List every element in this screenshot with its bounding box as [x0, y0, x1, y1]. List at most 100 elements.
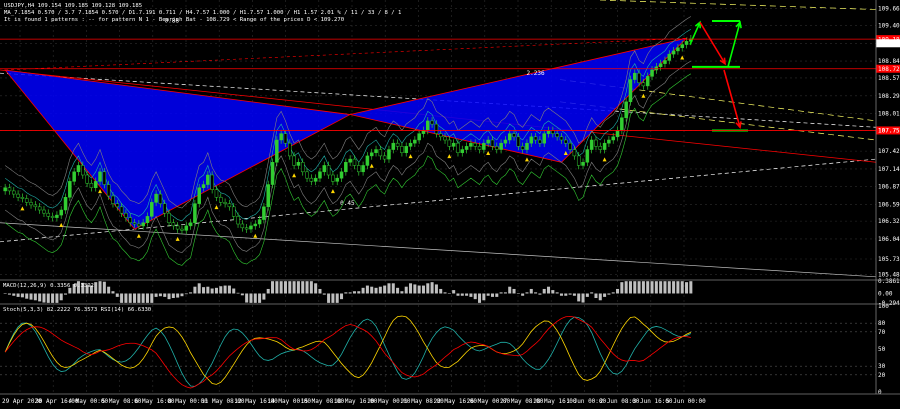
macd-bar: [590, 292, 594, 294]
macd-bar: [534, 292, 538, 294]
macd-bar: [387, 283, 391, 294]
price-tag-text: 108.720: [878, 66, 900, 73]
candle-body: [326, 165, 331, 176]
macd-bar: [305, 281, 309, 294]
candle-body: [348, 158, 352, 163]
macd-bar: [236, 292, 240, 294]
macd-bar: [271, 281, 275, 294]
candle-body: [408, 142, 413, 147]
macd-bar: [318, 288, 322, 294]
candle-body: [516, 136, 521, 147]
candle-body: [507, 133, 512, 141]
macd-bar: [331, 293, 335, 303]
candle-body: [214, 189, 219, 198]
candle-body: [607, 139, 611, 144]
candle-body: [447, 139, 452, 147]
candle-body: [46, 212, 51, 217]
macd-bar: [620, 282, 624, 294]
macd-bar: [3, 293, 7, 294]
candle-body: [417, 133, 421, 141]
candle-body: [253, 223, 258, 227]
macd-bar: [685, 282, 689, 294]
macd-bar: [38, 293, 42, 302]
price-tick-label: 105.730: [878, 256, 900, 263]
stoch-tick-label: 30: [878, 363, 886, 370]
candle-body: [20, 197, 25, 199]
macd-bar: [559, 293, 563, 296]
macd-bar: [344, 292, 348, 294]
price-tick-label: 105.485: [878, 272, 900, 279]
candle-body: [684, 41, 689, 45]
candle-body: [430, 120, 434, 125]
candle-body: [546, 130, 551, 134]
macd-bar: [296, 281, 300, 294]
candle-body: [81, 165, 85, 176]
candle-body: [490, 139, 495, 147]
candle-body: [438, 133, 443, 138]
macd-bar: [46, 293, 50, 303]
macd-bar: [154, 293, 158, 297]
candle-body: [262, 206, 266, 220]
candle-body: [106, 184, 111, 197]
candle-body: [464, 146, 469, 150]
macd-bar: [262, 293, 266, 300]
candle-body: [240, 223, 245, 229]
candle-body: [231, 206, 236, 217]
macd-bar: [16, 293, 20, 297]
price-tick-label: 106.590: [878, 201, 900, 208]
candle-body: [378, 149, 383, 157]
macd-bar: [115, 293, 119, 297]
macd-bar: [542, 288, 546, 294]
candle-body: [676, 47, 680, 52]
macd-bar: [275, 281, 279, 294]
macd-bar: [128, 293, 132, 303]
macd-bar: [417, 285, 421, 294]
macd-bar: [258, 293, 262, 303]
macd-bar: [512, 288, 516, 294]
macd-bar: [490, 293, 494, 297]
candle-body: [42, 209, 46, 214]
fib-label: 2.236: [527, 70, 545, 77]
macd-bar: [465, 293, 469, 296]
macd-bar: [180, 293, 184, 297]
candle-body: [24, 198, 29, 203]
candle-body: [361, 165, 365, 173]
macd-bar: [443, 292, 447, 294]
stoch-tick-label: 20: [878, 372, 886, 379]
candle-body: [542, 133, 546, 144]
macd-bar: [663, 281, 667, 294]
candle-body: [145, 216, 150, 223]
candle-body: [559, 136, 564, 141]
candle-body: [335, 177, 339, 182]
candle-body: [175, 225, 180, 230]
macd-bar: [616, 288, 620, 294]
candle-body: [387, 149, 391, 160]
candle-body: [382, 155, 387, 160]
macd-bar: [430, 282, 434, 294]
candle-body: [352, 158, 357, 166]
macd-bar: [555, 292, 559, 294]
macd-bar: [426, 283, 430, 294]
macd-bar: [361, 287, 365, 294]
macd-bar: [611, 292, 615, 294]
macd-bar: [538, 293, 542, 295]
candle-body: [76, 165, 81, 173]
candle-body: [180, 228, 184, 231]
macd-bar: [598, 293, 602, 301]
stoch-tick-label: 70: [878, 329, 886, 336]
candle-body: [589, 139, 594, 150]
candle-body: [369, 152, 374, 157]
macd-label: MACD(12,26,9) 0.3356 0.3392: [3, 283, 94, 289]
candle-body: [292, 155, 296, 166]
candle-body: [283, 133, 288, 144]
candle-body: [628, 79, 633, 103]
candle-body: [275, 139, 279, 163]
macd-bar: [288, 281, 292, 294]
candle-body: [154, 193, 158, 203]
macd-bar: [357, 291, 361, 294]
candle-body: [188, 222, 193, 227]
candle-body: [318, 171, 322, 179]
candle-body: [223, 202, 227, 204]
macd-bar: [516, 293, 520, 294]
candle-body: [171, 222, 176, 227]
